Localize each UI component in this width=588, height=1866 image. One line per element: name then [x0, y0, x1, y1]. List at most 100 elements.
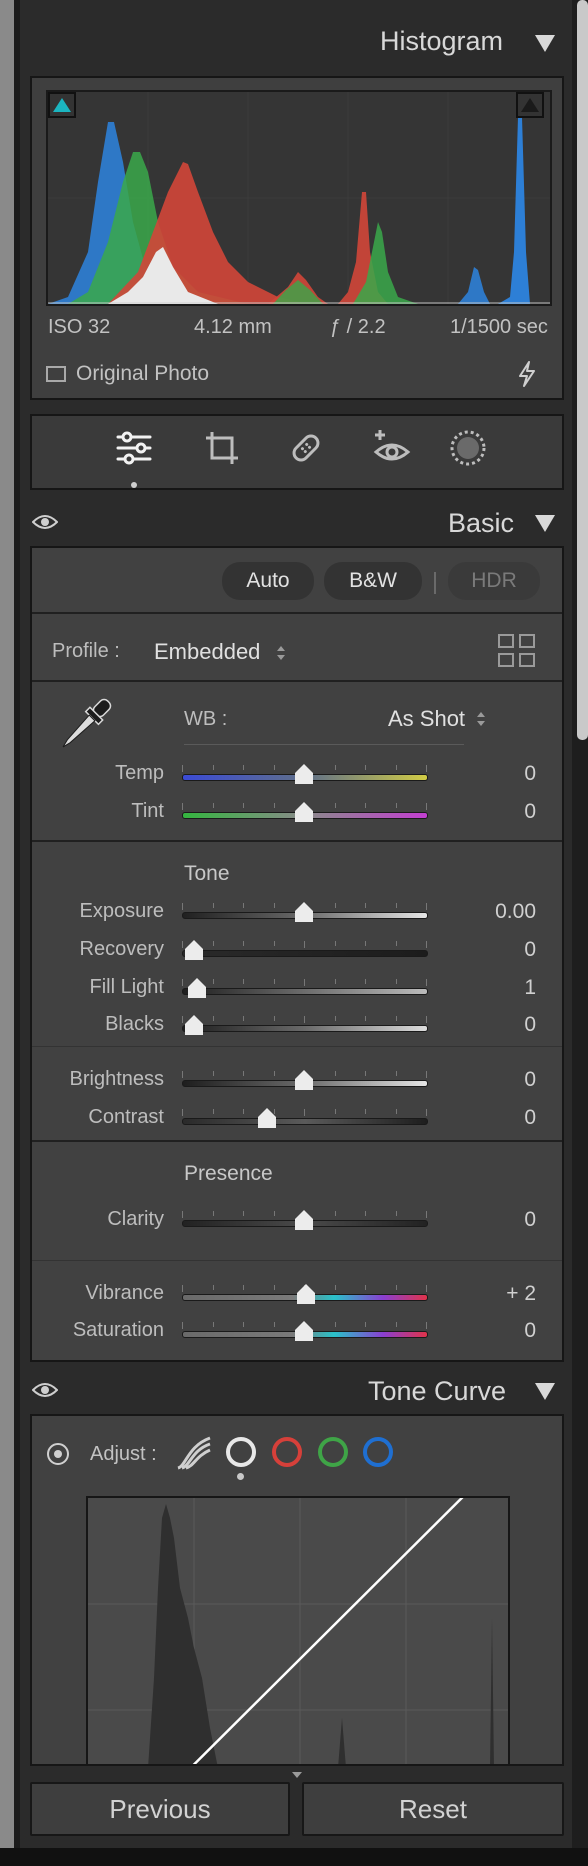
rgb-curve-channel[interactable]: [226, 1437, 256, 1467]
shadow-clipping-button[interactable]: [48, 92, 76, 118]
slider-tick: [396, 979, 397, 984]
slider-tick: [213, 1109, 214, 1114]
panel-end-marker: [292, 1772, 302, 1778]
green-curve-channel[interactable]: [318, 1437, 348, 1467]
brightness-label: Brightness: [69, 1068, 165, 1090]
parametric-curve-icon[interactable]: [176, 1436, 212, 1475]
slider-tick: [426, 1322, 427, 1329]
basic-title[interactable]: Basic: [448, 508, 514, 539]
slider-tick: [213, 1016, 214, 1021]
aperture-value: ƒ / 2.2: [330, 316, 386, 338]
tint-value[interactable]: 0: [470, 800, 536, 824]
slider-tick: [396, 765, 397, 770]
histogram-title[interactable]: Histogram: [380, 26, 503, 57]
histogram-collapse-icon[interactable]: [535, 35, 555, 52]
slider-tick: [335, 941, 336, 946]
blacks-slider[interactable]: [182, 1025, 428, 1032]
fill-light-slider[interactable]: [182, 988, 428, 995]
slider-tick: [396, 1322, 397, 1327]
healing-icon[interactable]: [286, 428, 326, 473]
slider-tick: [365, 903, 366, 908]
slider-tick: [396, 941, 397, 946]
reset-button[interactable]: Reset: [302, 1782, 564, 1836]
highlight-clipping-icon: [521, 98, 539, 112]
slider-tick: [365, 941, 366, 946]
blue-curve-channel[interactable]: [363, 1437, 393, 1467]
slider-tick: [396, 1071, 397, 1076]
scrollbar-thumb[interactable]: [577, 0, 588, 740]
bw-button[interactable]: B&W: [324, 562, 422, 600]
slider-tick: [243, 1071, 244, 1076]
saturation-value[interactable]: 0: [470, 1319, 536, 1343]
separator: [32, 680, 562, 682]
lightning-icon[interactable]: [516, 360, 538, 393]
profile-stepper-icon[interactable]: [276, 644, 286, 667]
tone-curve-title[interactable]: Tone Curve: [368, 1376, 506, 1407]
recovery-slider[interactable]: [182, 950, 428, 957]
original-photo-checkbox[interactable]: [46, 366, 66, 382]
profile-value[interactable]: Embedded: [154, 639, 260, 665]
slider-tick: [274, 1285, 275, 1290]
slider-tick: [243, 765, 244, 770]
sliders-icon[interactable]: [114, 428, 154, 473]
presence-heading: Presence: [184, 1162, 273, 1185]
slider-tick: [365, 1322, 366, 1327]
vibrance-value[interactable]: + 2: [470, 1282, 536, 1306]
auto-button[interactable]: Auto: [222, 562, 314, 600]
slider-tick: [365, 1109, 366, 1114]
profile-label: Profile :: [52, 640, 120, 662]
tint-label: Tint: [131, 800, 164, 822]
exposure-value[interactable]: 0.00: [470, 900, 536, 924]
recovery-value[interactable]: 0: [470, 938, 536, 962]
highlight-clipping-button[interactable]: [516, 92, 544, 118]
slider-tick: [182, 765, 183, 772]
temp-value[interactable]: 0: [470, 762, 536, 786]
target-adjust-icon[interactable]: [46, 1442, 70, 1471]
slider-tick: [335, 1016, 336, 1021]
tone-curve-graph[interactable]: [86, 1496, 510, 1766]
slider-tick: [304, 1109, 305, 1116]
previous-button[interactable]: Previous: [30, 1782, 290, 1836]
slider-tick: [365, 979, 366, 984]
wb-eyedropper-icon[interactable]: [50, 690, 120, 765]
fill-light-value[interactable]: 1: [470, 976, 536, 1000]
slider-tick: [243, 1322, 244, 1327]
profile-browser-grid-icon[interactable]: [498, 634, 536, 673]
slider-tick: [335, 903, 336, 908]
slider-tick: [335, 1285, 336, 1290]
separator: [32, 840, 562, 842]
contrast-slider[interactable]: [182, 1118, 428, 1125]
tone-curve-visibility-eye-icon[interactable]: [31, 1380, 59, 1405]
slider-tick: [182, 1071, 183, 1078]
original-photo-label[interactable]: Original Photo: [76, 362, 209, 386]
hdr-button[interactable]: HDR: [448, 562, 540, 600]
separator: [32, 1260, 562, 1261]
slider-tick: [213, 765, 214, 770]
bottom-edge: [0, 1848, 588, 1866]
slider-tick: [335, 1071, 336, 1076]
slider-tick: [243, 941, 244, 946]
wb-underline: [184, 744, 464, 745]
red-curve-channel[interactable]: [272, 1437, 302, 1467]
active-channel-indicator: [237, 1473, 244, 1480]
contrast-value[interactable]: 0: [470, 1106, 536, 1130]
slider-tick: [243, 1285, 244, 1290]
slider-tick: [304, 1016, 305, 1023]
basic-collapse-icon[interactable]: [535, 515, 555, 532]
tone-curve-collapse-icon[interactable]: [535, 1383, 555, 1400]
blacks-value[interactable]: 0: [470, 1013, 536, 1037]
basic-visibility-eye-icon[interactable]: [31, 512, 59, 537]
crop-icon[interactable]: [202, 428, 242, 473]
vibrance-label: Vibrance: [85, 1282, 164, 1304]
slider-tick: [243, 903, 244, 908]
brightness-value[interactable]: 0: [470, 1068, 536, 1092]
saturation-label: Saturation: [72, 1319, 164, 1341]
redeye-icon[interactable]: [372, 428, 412, 473]
mask-icon[interactable]: [448, 428, 488, 473]
slider-tick: [304, 941, 305, 948]
wb-value[interactable]: As Shot: [388, 706, 465, 732]
wb-stepper-icon[interactable]: [476, 710, 486, 733]
slider-tick: [396, 1211, 397, 1216]
clarity-value[interactable]: 0: [470, 1208, 536, 1232]
fill-light-label: Fill Light: [89, 976, 164, 998]
